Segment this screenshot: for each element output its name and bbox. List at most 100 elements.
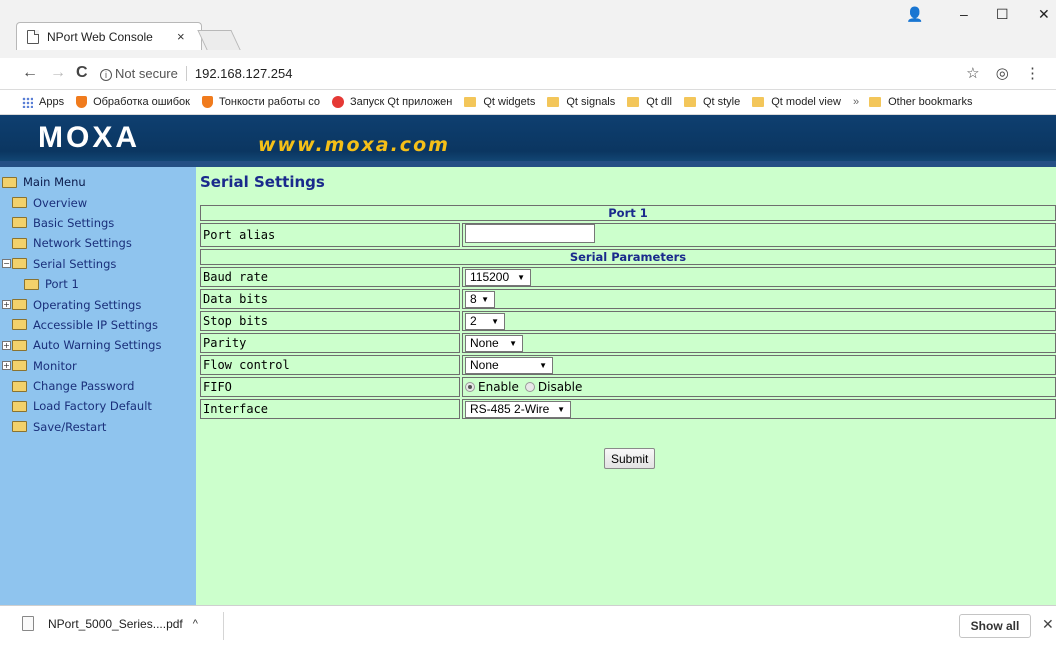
port-header-row: Port 1 <box>200 205 1056 221</box>
page-icon <box>27 29 39 44</box>
port-alias-cell <box>462 223 1056 247</box>
url-text: 192.168.127.254 <box>194 65 293 81</box>
sidebar-item-auto-warning-settings[interactable]: + Auto Warning Settings <box>0 335 196 355</box>
other-bookmarks[interactable]: Other bookmarks <box>869 96 972 108</box>
folder-icon <box>12 237 27 249</box>
fifo-disable-label[interactable]: Disable <box>538 380 583 394</box>
download-bar: NPort_5000_Series....pdf ^ Show all ✕ <box>0 605 1056 645</box>
sidebar-item-label: Auto Warning Settings <box>33 338 162 353</box>
fifo-enable-radio[interactable] <box>465 382 475 392</box>
bookmark-item[interactable]: Qt dll <box>627 96 672 108</box>
expand-icon[interactable]: + <box>2 361 11 371</box>
fifo-disable-radio[interactable] <box>524 382 535 392</box>
reload-button[interactable]: C <box>76 64 88 82</box>
bookmark-item[interactable]: Apps <box>22 96 64 108</box>
bookmarks-overflow-button[interactable]: » <box>853 96 859 108</box>
expand-icon[interactable]: + <box>2 340 11 350</box>
sidebar-item-label: Basic Settings <box>33 215 115 230</box>
serial-parameters-header: Serial Parameters <box>200 249 1056 265</box>
stop-bits-label: Stop bits <box>200 311 460 331</box>
folder-icon <box>12 319 27 331</box>
sidebar-item-basic-settings[interactable]: Basic Settings <box>0 213 196 233</box>
bookmark-label: Qt dll <box>646 96 672 108</box>
close-window-button[interactable]: ✕ <box>1038 6 1050 23</box>
stop-bits-value: 2 <box>470 313 477 328</box>
bookmark-item[interactable]: Обработка ошибок <box>76 96 190 108</box>
bookmark-item[interactable]: Qt widgets <box>464 96 535 108</box>
close-download-bar-icon[interactable]: ✕ <box>1042 616 1054 633</box>
extension-icon[interactable]: ◎ <box>996 65 1009 82</box>
shield-icon <box>76 96 88 108</box>
data-bits-value: 8 <box>470 291 477 306</box>
serial-settings-form: Port 1 Port alias Serial Parameters Baud… <box>198 203 1056 421</box>
back-button[interactable]: ← <box>22 64 38 82</box>
bookmark-item[interactable]: Qt signals <box>547 96 615 108</box>
folder-icon <box>547 97 560 107</box>
bookmark-item[interactable]: Запуск Qt приложен <box>331 96 452 108</box>
folder-icon <box>464 97 477 107</box>
account-icon[interactable]: 👤 <box>906 6 923 23</box>
sidebar-item-accessible-ip-settings[interactable]: Accessible IP Settings <box>0 315 196 335</box>
flow-control-select[interactable]: None ▼ <box>465 356 553 374</box>
new-tab-button[interactable] <box>197 30 241 50</box>
browser-tab[interactable]: NPort Web Console × <box>16 22 202 50</box>
baud-rate-value: 115200 <box>470 269 510 284</box>
minimize-button[interactable]: – <box>960 6 968 22</box>
folder-icon <box>752 97 765 107</box>
folder-icon <box>12 421 27 433</box>
sidebar-item-load-factory-default[interactable]: Load Factory Default <box>0 396 196 416</box>
sidebar-item-save-restart[interactable]: Save/Restart <box>0 417 196 437</box>
sidebar-item-label: Operating Settings <box>33 297 142 312</box>
folder-icon <box>869 97 882 107</box>
pdf-file-icon <box>22 616 34 631</box>
show-all-button[interactable]: Show all <box>959 614 1031 638</box>
params-header-row: Serial Parameters <box>200 249 1056 265</box>
interface-select[interactable]: RS-485 2-Wire ▼ <box>465 400 571 418</box>
collapse-icon[interactable]: − <box>2 259 11 269</box>
flow-control-label: Flow control <box>200 355 460 375</box>
sidebar-item-label: Load Factory Default <box>33 399 152 414</box>
data-bits-select[interactable]: 8 ▼ <box>465 290 495 308</box>
maximize-button[interactable]: ☐ <box>996 6 1009 23</box>
baud-rate-label: Baud rate <box>200 267 460 287</box>
bookmark-label: Qt signals <box>566 96 616 108</box>
sidebar-item-monitor[interactable]: + Monitor <box>0 356 196 376</box>
sidebar-item-main-menu[interactable]: Main Menu <box>0 172 196 192</box>
bookmark-item[interactable]: Qt style <box>683 96 741 108</box>
folder-icon <box>12 197 27 209</box>
bookmark-label: Тонкости работы со <box>218 96 320 108</box>
tab-close-icon[interactable]: × <box>177 29 185 44</box>
security-indicator[interactable]: i Not secure <box>100 65 187 81</box>
address-bar[interactable]: i Not secure 192.168.127.254 ☆ ◎ ⋮ <box>100 61 1040 85</box>
sidebar-item-network-settings[interactable]: Network Settings <box>0 233 196 253</box>
sidebar-item-change-password[interactable]: Change Password <box>0 376 196 396</box>
bookmark-item[interactable]: Тонкости работы со <box>201 96 320 108</box>
parity-select[interactable]: None ▼ <box>465 334 523 352</box>
expand-icon[interactable]: + <box>2 300 11 310</box>
sidebar-menu: Main Menu Overview Basic Settings Network S… <box>0 167 196 605</box>
baud-rate-select[interactable]: 115200 ▼ <box>465 268 531 286</box>
sidebar-item-label: Save/Restart <box>33 419 107 434</box>
stop-bits-select[interactable]: 2 ▼ <box>465 312 505 330</box>
fifo-label: FIFO <box>200 377 460 397</box>
bookmarks-bar: Apps Обработка ошибок Тонкости работы со За… <box>0 90 1056 115</box>
download-item[interactable]: NPort_5000_Series....pdf ^ <box>22 616 198 631</box>
fifo-enable-label[interactable]: Enable <box>478 380 519 394</box>
sidebar-item-operating-settings[interactable]: + Operating Settings <box>0 294 196 314</box>
menu-icon[interactable]: ⋮ <box>1025 65 1040 82</box>
sidebar-item-serial-settings[interactable]: − Serial Settings <box>0 254 196 274</box>
forward-button[interactable]: → <box>50 64 66 82</box>
moxa-url-text: www.moxa.com <box>258 134 450 156</box>
bookmark-item[interactable]: Qt model view <box>752 96 841 108</box>
star-icon[interactable]: ☆ <box>966 65 979 82</box>
port-alias-input[interactable] <box>465 224 595 243</box>
folder-icon <box>2 176 17 188</box>
folder-icon <box>12 400 27 412</box>
info-icon: i <box>100 68 112 81</box>
bookmark-label: Qt style <box>702 96 741 108</box>
submit-button[interactable]: Submit <box>604 448 656 469</box>
bookmark-label: Qt widgets <box>483 96 536 108</box>
chevron-up-icon[interactable]: ^ <box>193 618 198 630</box>
sidebar-item-overview[interactable]: Overview <box>0 192 196 212</box>
sidebar-item-port-1[interactable]: Port 1 <box>0 274 196 294</box>
